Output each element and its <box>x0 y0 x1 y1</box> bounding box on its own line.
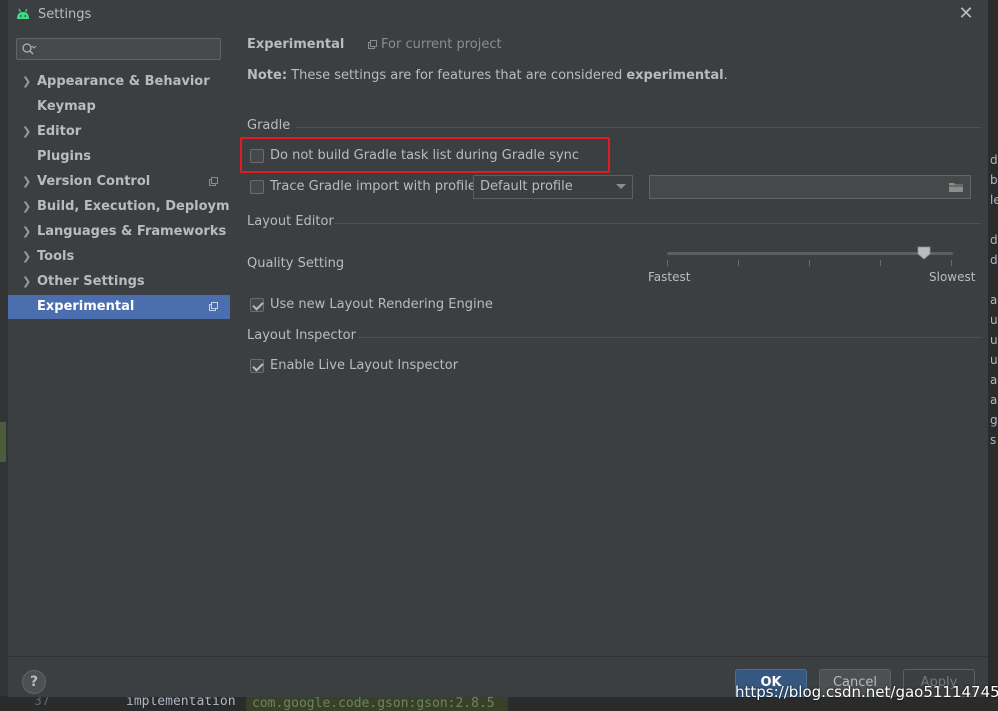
sidebar-item-languages-frameworks[interactable]: ❯ Languages & Frameworks <box>8 220 230 244</box>
slider-tick <box>880 260 881 266</box>
slider-track <box>667 252 953 255</box>
slider-tick <box>951 260 952 266</box>
sidebar-item-editor[interactable]: ❯ Editor <box>8 120 230 144</box>
highlight-annotation-box <box>240 137 610 173</box>
sidebar-item-label: Other Settings <box>37 274 145 289</box>
page-title: Experimental <box>247 37 345 52</box>
settings-search[interactable] <box>16 38 221 60</box>
checkbox-box[interactable] <box>250 180 264 194</box>
settings-sidebar: ❯ Appearance & Behavior Keymap ❯ Editor … <box>8 28 254 656</box>
profile-path-field[interactable] <box>649 175 971 199</box>
chevron-right-icon: ❯ <box>22 225 32 238</box>
checkbox-label: Use new Layout Rendering Engine <box>270 297 493 312</box>
sidebar-item-other-settings[interactable]: ❯ Other Settings <box>8 270 230 294</box>
android-icon <box>17 8 29 19</box>
slider-thumb[interactable] <box>917 246 931 260</box>
section-divider <box>334 223 981 224</box>
search-icon <box>22 43 37 55</box>
slider-min-label: Fastest <box>648 270 691 284</box>
experimental-note: Note: These settings are for features th… <box>247 68 728 83</box>
project-scope-icon <box>368 40 377 49</box>
background-code-string: com.google.code.gson:gson:2.8.5 <box>246 696 508 711</box>
settings-content: Experimental For current project Note: T… <box>230 28 988 656</box>
sidebar-item-plugins[interactable]: Plugins <box>8 145 230 169</box>
note-text: These settings are for features that are… <box>287 68 627 83</box>
close-icon[interactable]: ✕ <box>956 4 976 24</box>
chevron-down-icon <box>616 184 626 189</box>
chevron-right-icon: ❯ <box>22 275 32 288</box>
checkbox-label: Trace Gradle import with profile: <box>270 179 481 194</box>
sidebar-item-label: Plugins <box>37 149 91 164</box>
sidebar-item-tools[interactable]: ❯ Tools <box>8 245 230 269</box>
background-editor-text: d b le d d a u u u a a g s <box>990 153 998 447</box>
slider-tick <box>738 260 739 266</box>
background-ide-gutter <box>0 0 8 711</box>
checkbox-box[interactable] <box>250 298 264 312</box>
folder-icon[interactable] <box>948 181 964 193</box>
help-button[interactable]: ? <box>22 670 46 694</box>
note-emphasis: experimental <box>626 68 724 83</box>
quality-setting-label: Quality Setting <box>247 256 345 271</box>
sidebar-item-appearance-behavior[interactable]: ❯ Appearance & Behavior <box>8 70 230 94</box>
sidebar-item-label: Keymap <box>37 99 96 114</box>
slider-max-label: Slowest <box>929 270 976 284</box>
section-divider <box>358 337 981 338</box>
chevron-right-icon: ❯ <box>22 175 32 188</box>
scope-label: For current project <box>381 37 502 52</box>
sidebar-item-label: Experimental <box>37 299 135 314</box>
sidebar-item-label: Version Control <box>37 174 151 189</box>
background-ide-marker <box>0 422 6 462</box>
sidebar-item-label: Tools <box>37 249 75 264</box>
watermark: https://blog.csdn.net/gao511147456 <box>735 683 998 701</box>
sidebar-item-label: Appearance & Behavior <box>37 74 210 89</box>
quality-slider[interactable] <box>667 244 955 284</box>
profile-select-value: Default profile <box>480 179 573 194</box>
section-gradle-title: Gradle <box>247 118 291 133</box>
project-scope-icon <box>209 302 218 311</box>
section-divider <box>296 127 981 128</box>
sidebar-item-label: Build, Execution, Deployment <box>37 199 254 214</box>
sidebar-item-build-execution-deployment[interactable]: ❯ Build, Execution, Deployment <box>8 195 254 219</box>
chevron-right-icon: ❯ <box>22 125 32 138</box>
sidebar-item-experimental[interactable]: Experimental <box>8 295 230 319</box>
window-title: Settings <box>38 7 92 22</box>
note-suffix: . <box>723 68 728 83</box>
chevron-right-icon: ❯ <box>22 250 32 263</box>
settings-dialog: Settings ✕ ❯ Appearance & Behavior Keyma… <box>8 0 989 697</box>
section-layout-editor-title: Layout Editor <box>247 214 334 229</box>
profile-select[interactable]: Default profile <box>473 175 633 199</box>
project-scope-icon <box>209 177 218 186</box>
title-bar: Settings ✕ <box>8 0 988 28</box>
slider-tick <box>809 260 810 266</box>
note-prefix: Note: <box>247 68 288 83</box>
chevron-right-icon: ❯ <box>22 200 32 213</box>
slider-tick <box>667 260 668 266</box>
checkbox-label: Enable Live Layout Inspector <box>270 358 459 373</box>
sidebar-item-label: Languages & Frameworks <box>37 224 227 239</box>
section-layout-inspector-title: Layout Inspector <box>247 328 356 343</box>
checkbox-box[interactable] <box>250 359 264 373</box>
sidebar-item-keymap[interactable]: Keymap <box>8 95 230 119</box>
sidebar-item-label: Editor <box>37 124 82 139</box>
search-input[interactable] <box>39 41 217 57</box>
sidebar-item-version-control[interactable]: ❯ Version Control <box>8 170 230 194</box>
chevron-right-icon: ❯ <box>22 75 32 88</box>
